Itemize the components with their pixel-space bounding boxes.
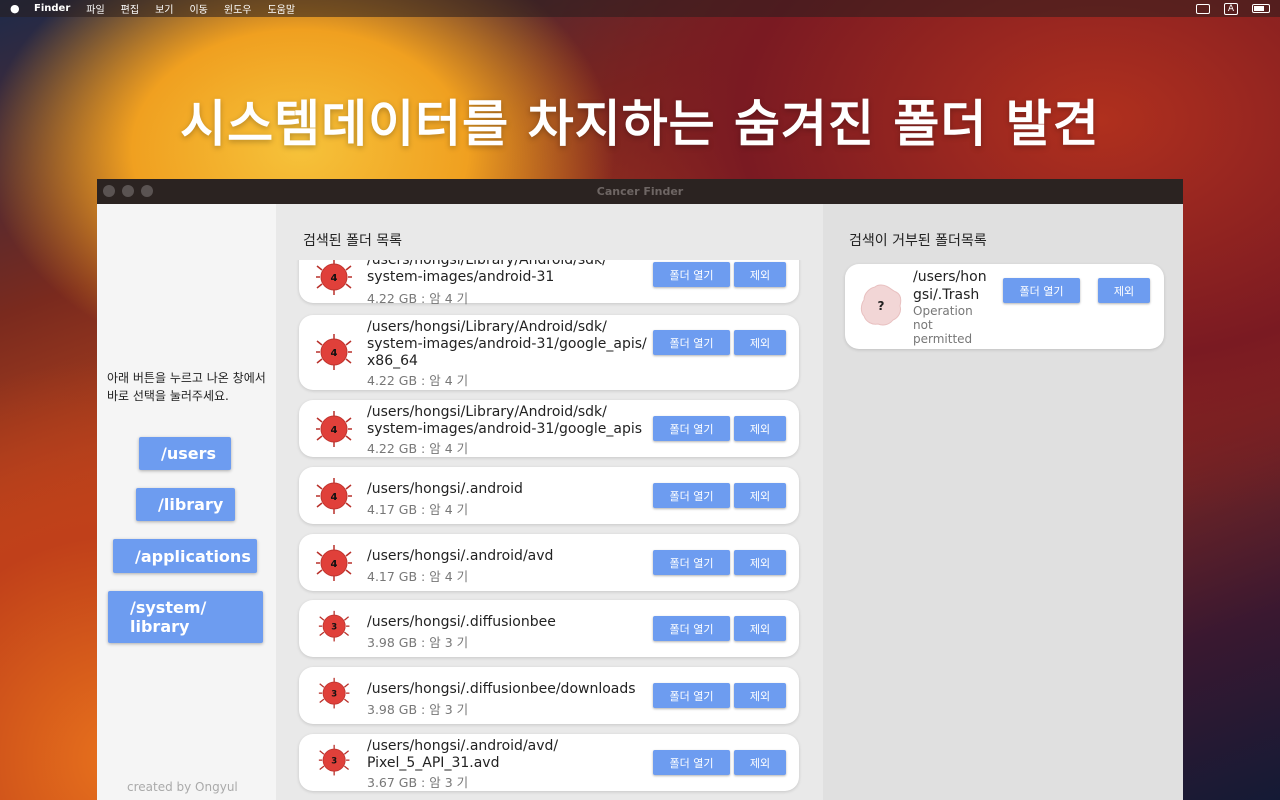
open-folder-button[interactable]: 폴더 열기 [653, 683, 730, 708]
menu-edit[interactable]: 편집 [121, 1, 139, 16]
open-folder-button[interactable]: 폴더 열기 [653, 550, 730, 575]
sidebar: 아래 버튼을 누르고 나온 창에서 바로 선택을 눌러주세요. /users /… [97, 204, 276, 800]
cancer-cell-icon: 4 [316, 411, 352, 447]
cancer-cell-icon: 3 [318, 677, 350, 709]
exclude-button[interactable]: 제외 [734, 550, 786, 575]
sidebar-description: 아래 버튼을 누르고 나온 창에서 바로 선택을 눌러주세요. [107, 371, 266, 403]
stage-badge: 3 [331, 757, 337, 767]
library-button[interactable]: /library [136, 488, 235, 521]
found-folders-title: 검색된 폴더 목록 [303, 233, 403, 249]
denied-folders-title: 검색이 거부된 폴더목록 [849, 233, 987, 249]
system-library-button[interactable]: /system/ library [108, 591, 263, 643]
open-folder-button[interactable]: 폴더 열기 [653, 262, 730, 287]
menu-go[interactable]: 이동 [189, 1, 207, 16]
found-folder-card: 3/users/hongsi/.diffusionbee/downloads 3.… [299, 667, 799, 724]
found-folder-card: 4/users/hongsi/Library/Android/sdk/ syst… [299, 260, 799, 306]
found-folder-card: 4/users/hongsi/.android/avd 4.17 GB : 암 4… [299, 534, 799, 591]
stage-badge: 4 [331, 273, 338, 284]
cancer-cell-icon: 3 [318, 610, 350, 642]
denied-open-folder-button[interactable]: 폴더 열기 [1003, 278, 1080, 303]
exclude-button[interactable]: 제외 [734, 483, 786, 508]
stage-badge: 3 [331, 623, 337, 633]
found-folder-card: 3/users/hongsi/.android/avd/ Pixel_5_API… [299, 734, 799, 791]
exclude-button[interactable]: 제외 [734, 750, 786, 775]
folder-size: 3.98 GB : 암 3 기 [367, 635, 469, 650]
applications-button[interactable]: /applications [113, 539, 257, 573]
denied-folder-reason: Operation not permitted [913, 304, 973, 346]
exclude-button[interactable]: 제외 [734, 330, 786, 355]
close-button[interactable] [103, 185, 115, 197]
window-title: Cancer Finder [596, 185, 684, 198]
cancer-cell-icon: 3 [318, 744, 350, 776]
denied-badge: ? [878, 299, 885, 313]
denied-folders-panel: 검색이 거부된 폴더목록 ? /users/hon gsi/.Trash Ope… [823, 204, 1183, 800]
menu-status-area: A [1195, 2, 1270, 15]
found-folder-card: 4/users/hongsi/Library/Android/sdk/ syst… [299, 400, 799, 457]
input-source-indicator[interactable]: A [1223, 2, 1238, 15]
menu-window[interactable]: 윈도우 [224, 1, 252, 16]
folder-path: /users/hongsi/.diffusionbee/downloads [367, 681, 636, 697]
folder-size: 3.98 GB : 암 3 기 [367, 702, 469, 717]
cancer-cell-icon: 4 [316, 334, 352, 370]
folder-path: /users/hongsi/.android/avd/ Pixel_5_API_… [367, 738, 559, 771]
menu-view[interactable]: 보기 [155, 1, 173, 16]
found-folder-card: 3/users/hongsi/.diffusionbee 3.98 GB : 암 … [299, 600, 799, 657]
folder-path: /users/hongsi/.android [367, 481, 523, 497]
exclude-button[interactable]: 제외 [734, 416, 786, 441]
open-folder-button[interactable]: 폴더 열기 [653, 483, 730, 508]
title-bar: Cancer Finder [97, 179, 1183, 204]
menu-bar: ● Finder 파일 편집 보기 이동 윈도우 도움말 A [0, 0, 1280, 17]
cancer-cell-icon: 4 [316, 478, 352, 514]
open-folder-button[interactable]: 폴더 열기 [653, 416, 730, 441]
folder-size: 3.67 GB : 암 3 기 [367, 775, 469, 790]
stage-badge: 4 [331, 492, 338, 503]
cancer-cell-icon: 4 [316, 260, 352, 295]
menu-file[interactable]: 파일 [86, 1, 104, 16]
unknown-cell-icon: ? [860, 284, 902, 326]
window-controls [103, 185, 153, 197]
open-folder-button[interactable]: 폴더 열기 [653, 330, 730, 355]
exclude-button[interactable]: 제외 [734, 262, 786, 287]
found-folders-list[interactable]: 4/users/hongsi/Library/Android/sdk/ syst… [276, 260, 823, 800]
cancer-cell-icon: 4 [316, 545, 352, 581]
folder-size: 4.22 GB : 암 4 기 [367, 373, 469, 388]
found-folder-card: 4/users/hongsi/.android 4.17 GB : 암 4 기 폴더… [299, 467, 799, 524]
stage-badge: 4 [331, 559, 338, 570]
folder-size: 4.17 GB : 암 4 기 [367, 569, 469, 584]
apple-menu-icon[interactable]: ● [10, 2, 22, 15]
folder-size: 4.22 GB : 암 4 기 [367, 441, 469, 456]
exclude-button[interactable]: 제외 [734, 616, 786, 641]
minimize-button[interactable] [122, 185, 134, 197]
folder-path: /users/hongsi/.android/avd [367, 548, 554, 564]
folder-path: /users/hongsi/.diffusionbee [367, 614, 556, 630]
denied-exclude-button[interactable]: 제외 [1098, 278, 1150, 303]
denied-folder-path: /users/hon gsi/.Trash [913, 269, 987, 303]
stage-badge: 4 [331, 348, 338, 359]
found-folders-panel: 검색된 폴더 목록 4/users/hongsi/Library/Android… [276, 204, 823, 800]
display-icon[interactable] [1195, 3, 1210, 14]
folder-path: /users/hongsi/Library/Android/sdk/ syste… [367, 319, 647, 369]
open-folder-button[interactable]: 폴더 열기 [653, 750, 730, 775]
headline: 시스템데이터를 차지하는 숨겨진 폴더 발견 [180, 95, 1100, 153]
battery-icon[interactable] [1252, 4, 1270, 13]
open-folder-button[interactable]: 폴더 열기 [653, 616, 730, 641]
stage-badge: 3 [331, 690, 337, 700]
credit-text: created by Ongyul [127, 780, 238, 794]
menu-app-finder[interactable]: Finder [34, 3, 70, 14]
folder-size: 4.17 GB : 암 4 기 [367, 502, 469, 517]
folder-path: /users/hongsi/Library/Android/sdk/ syste… [367, 260, 607, 285]
menu-help[interactable]: 도움말 [267, 1, 295, 16]
app-window: Cancer Finder 아래 버튼을 누르고 나온 창에서 바로 선택을 눌… [97, 179, 1183, 800]
stage-badge: 4 [331, 425, 338, 436]
exclude-button[interactable]: 제외 [734, 683, 786, 708]
folder-path: /users/hongsi/Library/Android/sdk/ syste… [367, 404, 643, 437]
zoom-button[interactable] [141, 185, 153, 197]
denied-folder-card: ? /users/hon gsi/.Trash Operation not pe… [845, 264, 1164, 349]
found-folder-card: 4/users/hongsi/Library/Android/sdk/ syst… [299, 315, 799, 390]
users-button[interactable]: /users [139, 437, 231, 470]
folder-size: 4.22 GB : 암 4 기 [367, 291, 469, 306]
